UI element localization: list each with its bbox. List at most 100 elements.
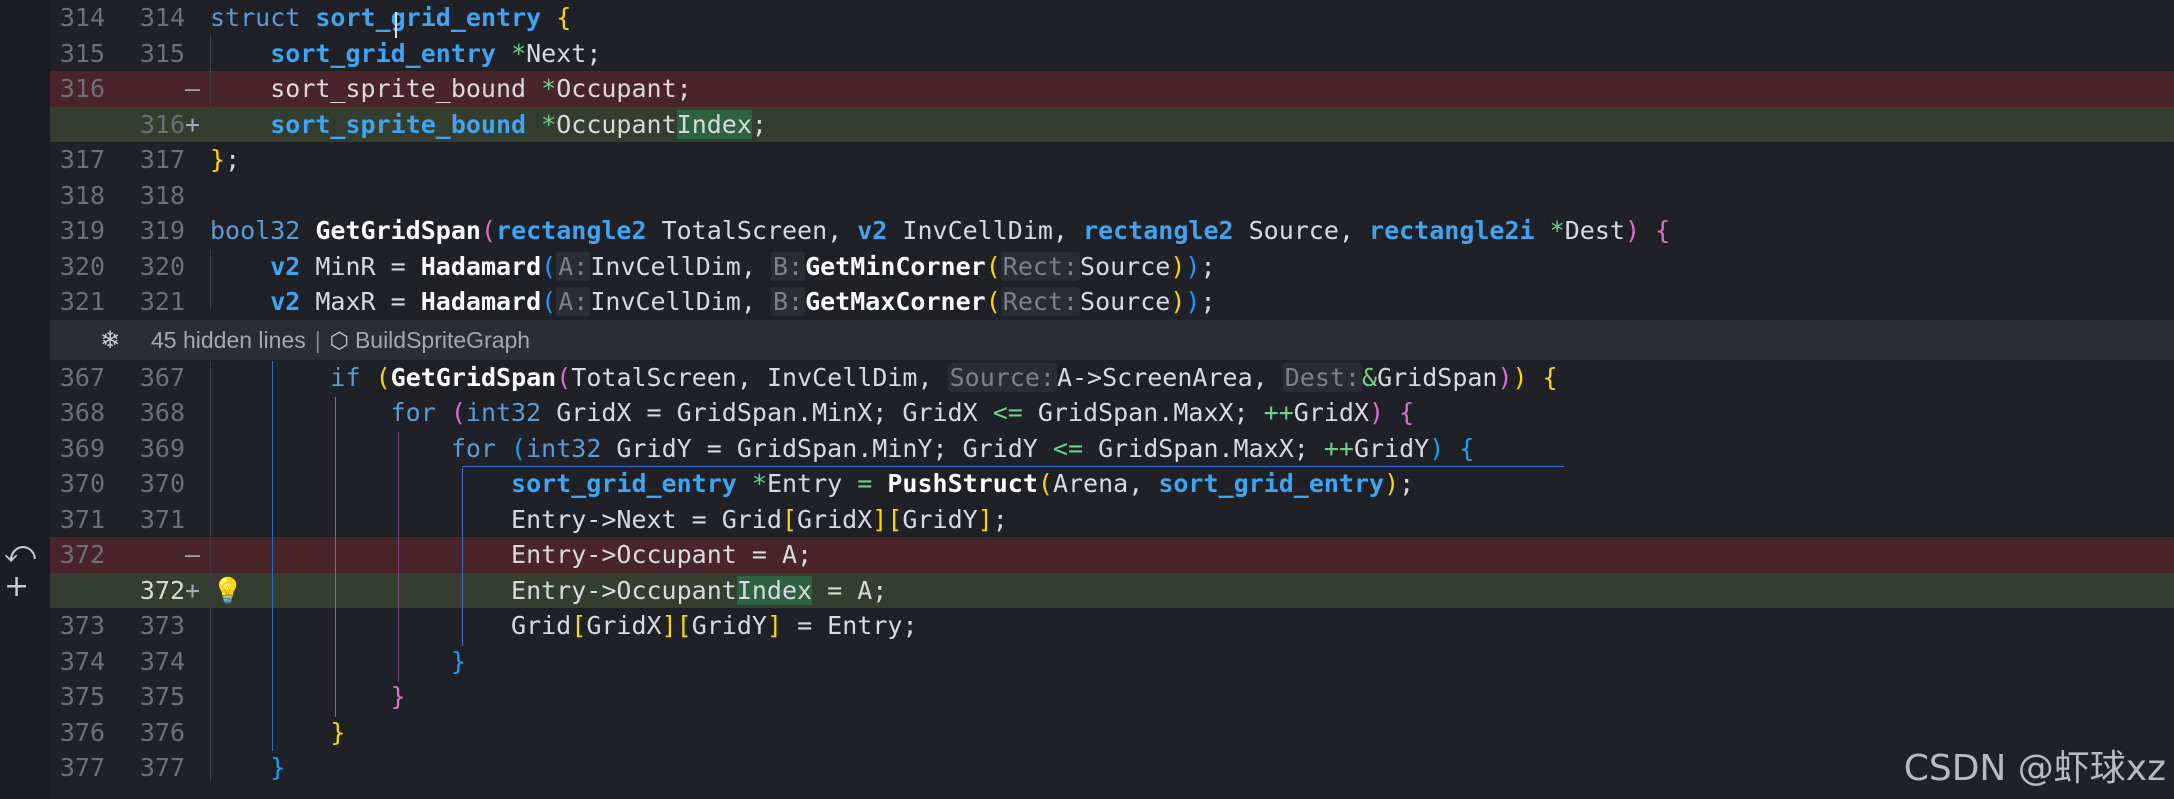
old-line-number: 321 bbox=[59, 287, 105, 316]
code-line[interactable]: 318 318 bbox=[50, 178, 2174, 214]
new-line-number: 376 bbox=[139, 717, 185, 747]
new-line-number: 367 bbox=[139, 362, 185, 392]
code-line[interactable]: 370 370 sort_grid_entry *Entry = PushStr… bbox=[50, 466, 2174, 502]
old-line-number: 368 bbox=[59, 398, 105, 427]
new-line-number: 374 bbox=[139, 646, 185, 676]
new-line-number: 315 bbox=[139, 38, 185, 68]
enclosing-symbol-name[interactable]: BuildSpriteGraph bbox=[355, 327, 530, 353]
code-text: } bbox=[330, 717, 346, 747]
watermark: CSDN @虾球xz bbox=[1903, 748, 2166, 789]
old-line-number: 374 bbox=[59, 646, 105, 676]
indent-guide bbox=[335, 397, 336, 717]
old-line-number: 320 bbox=[59, 251, 105, 281]
snowflake-expand-icon[interactable]: ❄ bbox=[100, 320, 120, 360]
new-line-number: 316 bbox=[139, 109, 185, 139]
diff-deletion-marker: — bbox=[185, 74, 201, 103]
code-text: if (GetGridSpan(TotalScreen, InvCellDim,… bbox=[330, 362, 1558, 392]
code-text: } bbox=[390, 682, 406, 711]
code-text: v2 MaxR = Hadamard(A:InvCellDim, B:GetMa… bbox=[270, 287, 1216, 316]
diff-deletion-marker: — bbox=[185, 540, 201, 569]
indent-guide bbox=[272, 361, 273, 751]
code-text: sort_sprite_bound *OccupantIndex; bbox=[270, 109, 767, 139]
indent-guide bbox=[210, 35, 211, 107]
code-text: v2 MinR = Hadamard(A:InvCellDim, B:GetMi… bbox=[270, 251, 1216, 281]
old-line-number: 367 bbox=[59, 362, 105, 392]
code-line[interactable]: 369 369 for (int32 GridY = GridSpan.MinY… bbox=[50, 431, 2174, 467]
old-line-number: 318 bbox=[59, 180, 105, 210]
inlay-hint: B: bbox=[770, 287, 806, 316]
old-line-number: 373 bbox=[59, 611, 105, 640]
inlay-hint: A: bbox=[556, 287, 591, 316]
new-line-number: 373 bbox=[139, 611, 185, 640]
new-line-number: 375 bbox=[139, 682, 185, 711]
old-line-number: 319 bbox=[59, 216, 105, 245]
code-text: Entry->Occupant = A; bbox=[511, 540, 813, 569]
inlay-hint: A: bbox=[556, 251, 591, 281]
code-text: Entry->OccupantIndex = A; bbox=[511, 575, 888, 605]
code-line[interactable]: 315 315 sort_grid_entry *Next; bbox=[50, 36, 2174, 72]
new-line-number: 377 bbox=[139, 753, 185, 782]
code-line[interactable]: 373 373 Grid[GridX][GridY] = Entry; bbox=[50, 608, 2174, 644]
indent-guide bbox=[462, 468, 463, 646]
plus-icon[interactable]: + bbox=[4, 572, 29, 602]
new-line-number: 372 bbox=[139, 575, 185, 605]
diff-editor[interactable]: 314 314 struct sort_grid_entry { 315 315… bbox=[50, 0, 2174, 799]
inlay-hint: Rect: bbox=[1000, 251, 1081, 281]
code-text: for (int32 GridX = GridSpan.MinX; GridX … bbox=[390, 398, 1415, 427]
indent-guide bbox=[210, 249, 211, 309]
code-text: bool32 GetGridSpan(rectangle2 TotalScree… bbox=[210, 216, 1671, 245]
inlay-hint: Dest: bbox=[1282, 362, 1362, 392]
new-line-number: 314 bbox=[139, 3, 185, 32]
code-line[interactable]: 377 377 } bbox=[50, 750, 2174, 786]
code-line[interactable]: 314 314 struct sort_grid_entry { bbox=[50, 0, 2174, 36]
code-line[interactable]: 367 367 if (GetGridSpan(TotalScreen, Inv… bbox=[50, 360, 2174, 396]
new-line-number: 368 bbox=[139, 398, 185, 427]
old-line-number: 376 bbox=[59, 717, 105, 747]
new-line-number: 318 bbox=[139, 180, 185, 210]
new-line-number: 320 bbox=[139, 251, 185, 281]
new-line-number: 371 bbox=[139, 504, 185, 534]
code-line[interactable]: 321 321 v2 MaxR = Hadamard(A:InvCellDim,… bbox=[50, 284, 2174, 320]
diff-addition-marker: + bbox=[185, 575, 201, 605]
indent-guide bbox=[398, 432, 399, 682]
undo-arrow-icon[interactable]: ⤺ bbox=[4, 538, 36, 568]
text-cursor-ibeam bbox=[395, 12, 397, 38]
old-line-number: 377 bbox=[59, 753, 105, 782]
added-line[interactable]: 316 + sort_sprite_bound *OccupantIndex; bbox=[50, 106, 2174, 142]
old-line-number: 375 bbox=[59, 682, 105, 711]
old-line-number: 371 bbox=[59, 504, 105, 534]
code-line[interactable]: 374 374 } bbox=[50, 644, 2174, 680]
code-line[interactable]: 317 317 }; bbox=[50, 142, 2174, 178]
code-line[interactable]: 371 371 Entry->Next = Grid[GridX][GridY]… bbox=[50, 502, 2174, 538]
old-line-number: 316 bbox=[59, 74, 105, 103]
code-line[interactable]: 368 368 for (int32 GridX = GridSpan.MinX… bbox=[50, 395, 2174, 431]
deleted-line[interactable]: 316 — sort_sprite_bound *Occupant; bbox=[50, 71, 2174, 107]
new-line-number: 319 bbox=[139, 216, 185, 245]
code-line[interactable]: 320 320 v2 MinR = Hadamard(A:InvCellDim,… bbox=[50, 249, 2174, 285]
new-line-number: 370 bbox=[139, 469, 185, 498]
code-text: Grid[GridX][GridY] = Entry; bbox=[511, 611, 918, 640]
code-text: Entry->Next = Grid[GridX][GridY]; bbox=[511, 504, 1008, 534]
hidden-lines-label[interactable]: 45 hidden lines bbox=[151, 327, 306, 353]
scope-highlight-line bbox=[462, 466, 1564, 467]
deleted-line[interactable]: 372 — Entry->Occupant = A; bbox=[50, 537, 2174, 573]
old-line-number: 314 bbox=[59, 3, 105, 32]
old-line-number: 372 bbox=[59, 540, 105, 569]
code-line[interactable]: 319 319 bool32 GetGridSpan(rectangle2 To… bbox=[50, 213, 2174, 249]
indent-guide bbox=[210, 361, 211, 781]
new-line-number: 369 bbox=[139, 433, 185, 463]
code-text: sort_grid_entry *Next; bbox=[270, 38, 602, 68]
code-text: sort_sprite_bound *Occupant; bbox=[270, 74, 692, 103]
old-line-number: 369 bbox=[59, 433, 105, 463]
diff-addition-marker: + bbox=[185, 109, 201, 139]
code-line[interactable]: 375 375 } bbox=[50, 679, 2174, 715]
inlay-hint: Source: bbox=[947, 362, 1057, 392]
left-gutter-strip: ⤺ + bbox=[0, 0, 50, 799]
new-line-number: 317 bbox=[139, 145, 185, 174]
code-line[interactable]: 376 376 } bbox=[50, 715, 2174, 751]
code-text: sort_grid_entry *Entry = PushStruct(Aren… bbox=[511, 469, 1415, 498]
added-line[interactable]: 372 + 💡 Entry->OccupantIndex = A; bbox=[50, 572, 2174, 608]
folded-region-bar[interactable]: ❄ 45 hidden lines | ⬡ BuildSpriteGraph bbox=[50, 319, 2174, 360]
old-line-number: 315 bbox=[59, 38, 105, 68]
code-text: } bbox=[450, 646, 466, 676]
